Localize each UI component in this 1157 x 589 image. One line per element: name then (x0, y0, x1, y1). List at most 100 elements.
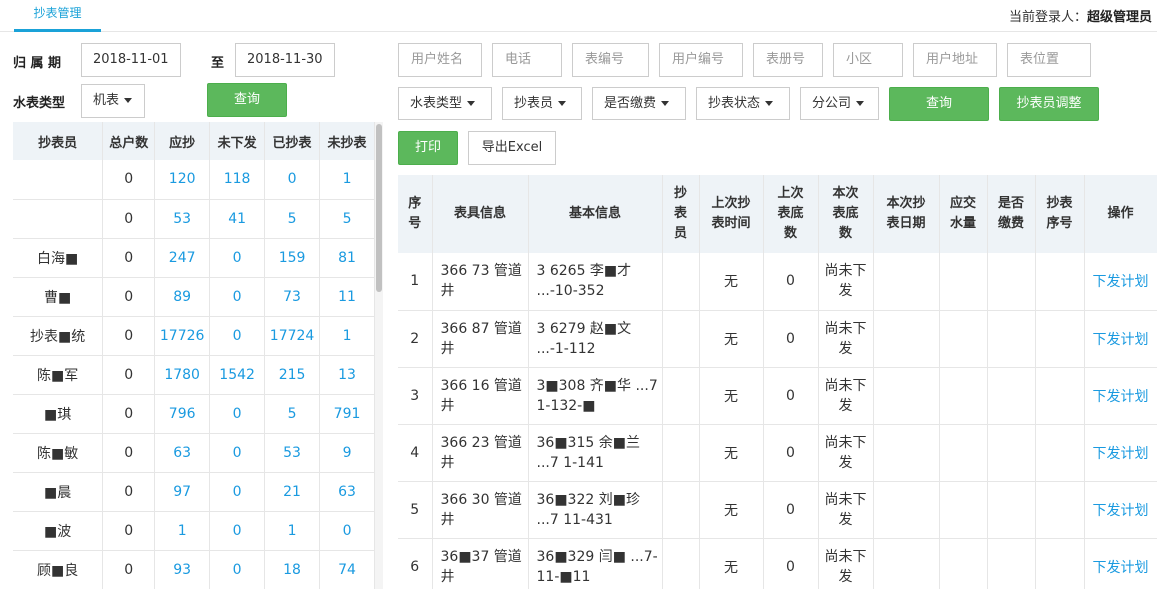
reader (662, 310, 700, 368)
table-header-row: 序号 表具信息 基本信息 抄表员 上次抄 表时间 上次 表底数 本次 表底数 本次抄表… (398, 175, 1157, 253)
not-issued-count[interactable]: 118 (209, 160, 266, 200)
not-issued-count[interactable]: 0 (209, 511, 266, 551)
issue-plan-link[interactable]: 下发计划 (1084, 367, 1157, 425)
table-row[interactable]: 抄表■统 0 17726 0 17724 1 (13, 316, 375, 356)
water-meter-type-dropdown[interactable]: 水表类型 (398, 87, 492, 120)
meter-type-value: 机表 (93, 93, 120, 108)
unread-count[interactable]: 5 (319, 199, 375, 239)
table-row[interactable]: ■晨 0 97 0 21 63 (13, 472, 375, 512)
read-count[interactable]: 215 (264, 355, 321, 395)
read-count[interactable]: 1 (264, 511, 321, 551)
left-query-button[interactable]: 查询 (207, 83, 287, 117)
paid-status (987, 538, 1036, 589)
unread-count[interactable]: 74 (319, 550, 375, 589)
not-issued-count[interactable]: 0 (209, 277, 266, 317)
date-from-input[interactable]: 2018-11-01 (81, 43, 181, 77)
table-row[interactable]: 白海■ 0 247 0 159 81 (13, 238, 375, 278)
read-count[interactable]: 5 (264, 394, 321, 434)
due-count[interactable]: 89 (154, 277, 211, 317)
not-issued-count[interactable]: 0 (209, 472, 266, 512)
table-row: 2 366 87 管道井 3 6279 赵■文 ...-1-112 无 0 尚未下发 下发计… (398, 310, 1157, 368)
export-excel-button[interactable]: 导出Excel (468, 131, 556, 165)
unread-count[interactable]: 1 (319, 160, 375, 200)
not-issued-count[interactable]: 0 (209, 316, 266, 356)
print-button[interactable]: 打印 (398, 131, 458, 165)
current-base-status: 尚未下发 (818, 538, 874, 589)
not-issued-count[interactable]: 0 (209, 433, 266, 473)
read-count[interactable]: 53 (264, 433, 321, 473)
read-count[interactable]: 73 (264, 277, 321, 317)
water-due (939, 253, 988, 311)
read-count[interactable]: 5 (264, 199, 321, 239)
not-issued-count[interactable]: 1542 (209, 355, 266, 395)
not-issued-count[interactable]: 41 (209, 199, 266, 239)
address-input[interactable]: 用户地址 (913, 43, 997, 77)
table-row[interactable]: 陈■军 0 1780 1542 215 13 (13, 355, 375, 395)
query-button[interactable]: 查询 (889, 87, 989, 121)
reader-name: 曹■ (13, 277, 104, 317)
unread-count[interactable]: 63 (319, 472, 375, 512)
due-count[interactable]: 93 (154, 550, 211, 589)
reading-status-dropdown[interactable]: 抄表状态 (696, 87, 790, 120)
not-issued-count[interactable]: 0 (209, 394, 266, 434)
due-count[interactable]: 53 (154, 199, 211, 239)
not-issued-count[interactable]: 0 (209, 550, 266, 589)
col-unread: 未抄表 (319, 122, 375, 160)
water-due (939, 481, 988, 539)
table-row[interactable]: ■琪 0 796 0 5 791 (13, 394, 375, 434)
username-input[interactable]: 用户姓名 (398, 43, 482, 77)
basic-info: 3■308 齐■华 ...7 1-132-■ (528, 367, 663, 425)
read-count[interactable]: 17724 (264, 316, 321, 356)
phone-input[interactable]: 电话 (492, 43, 562, 77)
date-to-input[interactable]: 2018-11-30 (235, 43, 335, 77)
due-count[interactable]: 120 (154, 160, 211, 200)
issue-plan-link[interactable]: 下发计划 (1084, 424, 1157, 482)
unread-count[interactable]: 9 (319, 433, 375, 473)
reader (662, 253, 700, 311)
table-row[interactable]: 0 53 41 5 5 (13, 199, 375, 239)
meter-type-select[interactable]: 机表 (81, 84, 145, 118)
due-count[interactable]: 1 (154, 511, 211, 551)
unread-count[interactable]: 1 (319, 316, 375, 356)
unread-count[interactable]: 0 (319, 511, 375, 551)
left-scrollbar-thumb[interactable] (376, 124, 382, 292)
due-count[interactable]: 247 (154, 238, 211, 278)
issue-plan-link[interactable]: 下发计划 (1084, 310, 1157, 368)
table-row[interactable]: 陈■敏 0 63 0 53 9 (13, 433, 375, 473)
paid-status-dropdown[interactable]: 是否缴费 (592, 87, 686, 120)
unread-count[interactable]: 13 (319, 355, 375, 395)
due-count[interactable]: 63 (154, 433, 211, 473)
branch-dropdown[interactable]: 分公司 (800, 87, 879, 120)
issue-plan-link[interactable]: 下发计划 (1084, 538, 1157, 589)
read-count[interactable]: 21 (264, 472, 321, 512)
not-issued-count[interactable]: 0 (209, 238, 266, 278)
unread-count[interactable]: 81 (319, 238, 375, 278)
meter-location-input[interactable]: 表位置 (1007, 43, 1091, 77)
row-no: 1 (398, 253, 433, 311)
due-count[interactable]: 97 (154, 472, 211, 512)
table-row[interactable]: ■波 0 1 0 1 0 (13, 511, 375, 551)
last-base: 0 (763, 538, 819, 589)
read-count[interactable]: 18 (264, 550, 321, 589)
due-count[interactable]: 1780 (154, 355, 211, 395)
tab-meter-reading-management[interactable]: 抄表管理 (14, 0, 101, 32)
community-input[interactable]: 小区 (833, 43, 903, 77)
unread-count[interactable]: 791 (319, 394, 375, 434)
unread-count[interactable]: 11 (319, 277, 375, 317)
issue-plan-link[interactable]: 下发计划 (1084, 253, 1157, 311)
table-row[interactable]: 曹■ 0 89 0 73 11 (13, 277, 375, 317)
dropdown-label: 分公司 (812, 96, 852, 111)
due-count[interactable]: 17726 (154, 316, 211, 356)
table-row[interactable]: 0 120 118 0 1 (13, 160, 375, 200)
read-count[interactable]: 0 (264, 160, 321, 200)
user-no-input[interactable]: 用户编号 (659, 43, 743, 77)
book-no-input[interactable]: 表册号 (753, 43, 823, 77)
reader-dropdown[interactable]: 抄表员 (502, 87, 582, 120)
caret-down-icon (856, 101, 865, 106)
due-count[interactable]: 796 (154, 394, 211, 434)
table-row[interactable]: 顾■良 0 93 0 18 74 (13, 550, 375, 589)
meter-no-input[interactable]: 表编号 (572, 43, 649, 77)
adjust-reader-button[interactable]: 抄表员调整 (999, 87, 1099, 121)
read-count[interactable]: 159 (264, 238, 321, 278)
issue-plan-link[interactable]: 下发计划 (1084, 481, 1157, 539)
